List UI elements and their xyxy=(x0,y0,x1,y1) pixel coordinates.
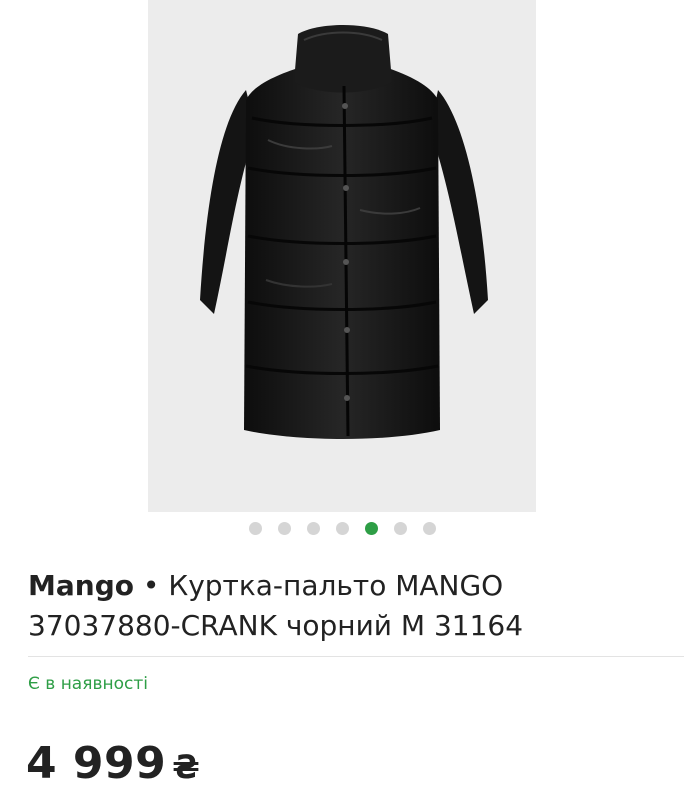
product-image-gallery[interactable] xyxy=(148,0,536,512)
gallery-dot[interactable] xyxy=(335,522,349,535)
product-photo[interactable] xyxy=(148,0,536,512)
gallery-dot[interactable] xyxy=(248,522,262,535)
divider xyxy=(28,656,684,657)
price-currency: ₴ xyxy=(172,748,201,786)
gallery-dot[interactable] xyxy=(393,522,407,535)
price-amount: 4 999 xyxy=(26,738,167,789)
stock-status: Є в наявності xyxy=(28,674,148,694)
product-title: Mango • Куртка-пальто MANGO 37037880-CRA… xyxy=(28,566,648,646)
product-page: Mango • Куртка-пальто MANGO 37037880-CRA… xyxy=(0,0,684,800)
gallery-dot[interactable] xyxy=(306,522,320,535)
gallery-dot[interactable] xyxy=(277,522,291,535)
gallery-dot[interactable] xyxy=(422,522,436,535)
product-brand[interactable]: Mango xyxy=(28,569,134,602)
gallery-pagination xyxy=(0,522,684,536)
gallery-dot-active[interactable] xyxy=(364,522,378,535)
product-price: 4 999 ₴ xyxy=(26,736,200,795)
title-separator: • xyxy=(133,569,169,602)
